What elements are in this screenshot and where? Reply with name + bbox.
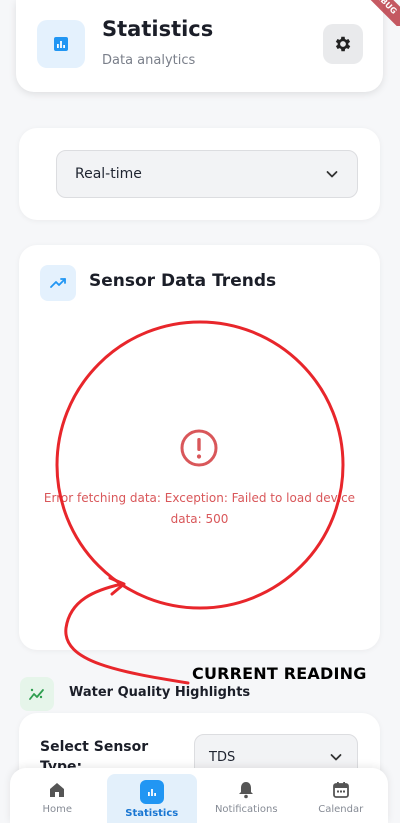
bell-icon [239, 782, 254, 799]
nav-label-calendar: Calendar [318, 804, 364, 815]
gear-icon [335, 36, 351, 52]
nav-item-calendar[interactable]: Calendar [296, 768, 386, 823]
chevron-down-icon [326, 171, 338, 178]
calendar-icon [332, 782, 349, 798]
page-title: Statistics [102, 17, 214, 41]
sensor-type-value: TDS [209, 749, 236, 765]
nav-label-statistics: Statistics [125, 808, 179, 819]
sensor-trends-title: Sensor Data Trends [89, 271, 277, 291]
time-range-dropdown[interactable]: Real-time [56, 150, 358, 198]
bar-chart-icon [37, 20, 85, 68]
trending-up-icon [40, 265, 76, 301]
header-card: Statistics Data analytics [16, 0, 383, 92]
error-circle-icon [180, 429, 218, 467]
home-icon [50, 783, 65, 797]
bar-chart-icon [139, 780, 164, 804]
bottom-nav: Home Statistics Notifications Calendar [10, 768, 388, 823]
nav-label-home: Home [42, 804, 73, 815]
annotation-label: CURRENT READING [192, 664, 367, 683]
sparkle-chart-icon [20, 677, 54, 711]
nav-item-home[interactable]: Home [12, 768, 102, 823]
time-range-card: Real-time [19, 128, 380, 220]
water-quality-title: Water Quality Highlights [69, 685, 251, 700]
nav-item-notifications[interactable]: Notifications [201, 768, 291, 823]
page-subtitle: Data analytics [102, 53, 196, 68]
sensor-trends-card: Sensor Data Trends Error fetching data: … [19, 245, 380, 650]
chevron-down-icon [330, 754, 342, 761]
time-range-value: Real-time [75, 166, 142, 182]
nav-label-notifications: Notifications [214, 804, 278, 815]
nav-item-statistics[interactable]: Statistics [106, 774, 197, 823]
error-message: Error fetching data: Exception: Failed t… [43, 491, 356, 526]
settings-button[interactable] [323, 24, 363, 64]
debug-banner: DEBUG [370, 0, 400, 26]
